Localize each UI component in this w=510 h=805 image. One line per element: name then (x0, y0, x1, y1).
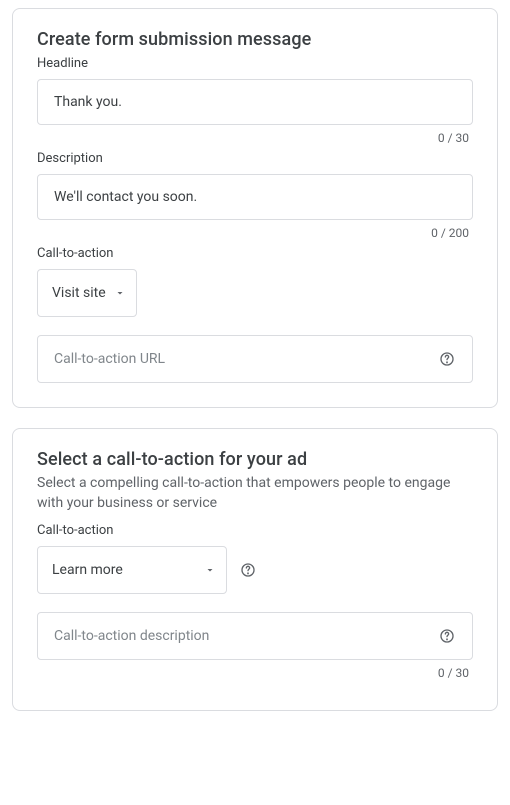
headline-char-counter: 0 / 30 (37, 131, 473, 145)
section-title: Select a call-to-action for your ad (37, 449, 473, 470)
help-icon[interactable] (239, 561, 257, 579)
cta-description-field (37, 612, 473, 660)
select-cta-card: Select a call-to-action for your ad Sele… (12, 428, 498, 711)
description-label: Description (37, 151, 473, 166)
cta-dropdown[interactable]: Learn more (37, 546, 227, 594)
section-title: Create form submission message (37, 29, 473, 50)
description-char-counter: 0 / 200 (37, 226, 473, 240)
headline-input[interactable] (37, 79, 473, 125)
chevron-down-icon (204, 564, 216, 576)
description-input[interactable] (37, 174, 473, 220)
help-icon[interactable] (438, 627, 456, 645)
cta-dropdown[interactable]: Visit site (37, 269, 137, 317)
cta-url-field (37, 335, 473, 383)
cta-dropdown-value: Visit site (52, 285, 106, 301)
headline-label: Headline (37, 56, 473, 71)
section-subtitle: Select a compelling call-to-action that … (37, 474, 473, 513)
cta-label: Call-to-action (37, 246, 473, 261)
cta-dropdown-value: Learn more (52, 562, 123, 578)
help-icon[interactable] (438, 350, 456, 368)
cta-url-input[interactable] (54, 351, 438, 367)
form-submission-message-card: Create form submission message Headline … (12, 8, 498, 408)
cta-label: Call-to-action (37, 523, 473, 538)
cta-description-char-counter: 0 / 30 (37, 666, 473, 680)
cta-description-input[interactable] (54, 628, 438, 644)
chevron-down-icon (114, 287, 126, 299)
